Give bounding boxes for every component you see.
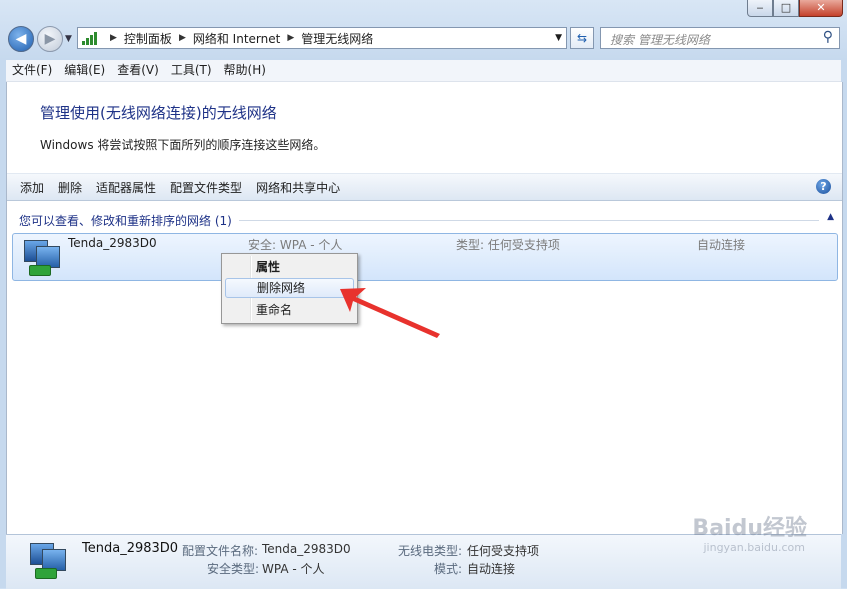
details-radio-label: 无线电类型:: [398, 544, 463, 558]
annotation-arrow-icon: [340, 288, 440, 338]
watermark-url: jingyan.baidu.com: [703, 541, 805, 554]
details-security-label: 安全类型:: [207, 562, 260, 576]
details-radio-value: 任何受支持项: [467, 544, 540, 558]
details-network-icon: [26, 541, 66, 581]
details-mode-value: 自动连接: [467, 562, 516, 576]
details-profile-label: 配置文件名称:: [182, 544, 259, 558]
watermark-logo: Baidu经验: [692, 516, 807, 541]
details-network-name: Tenda_2983D0: [82, 541, 179, 556]
details-security-value: WPA - 个人: [262, 562, 325, 576]
window: ‒ □ ✕ ◀ ▶ ▼ ▶ 控制面板 ▶ 网络和 Internet ▶ 管理无线…: [0, 0, 847, 589]
details-mode-label: 模式:: [434, 562, 463, 576]
details-profile-value: Tenda_2983D0: [262, 542, 351, 556]
